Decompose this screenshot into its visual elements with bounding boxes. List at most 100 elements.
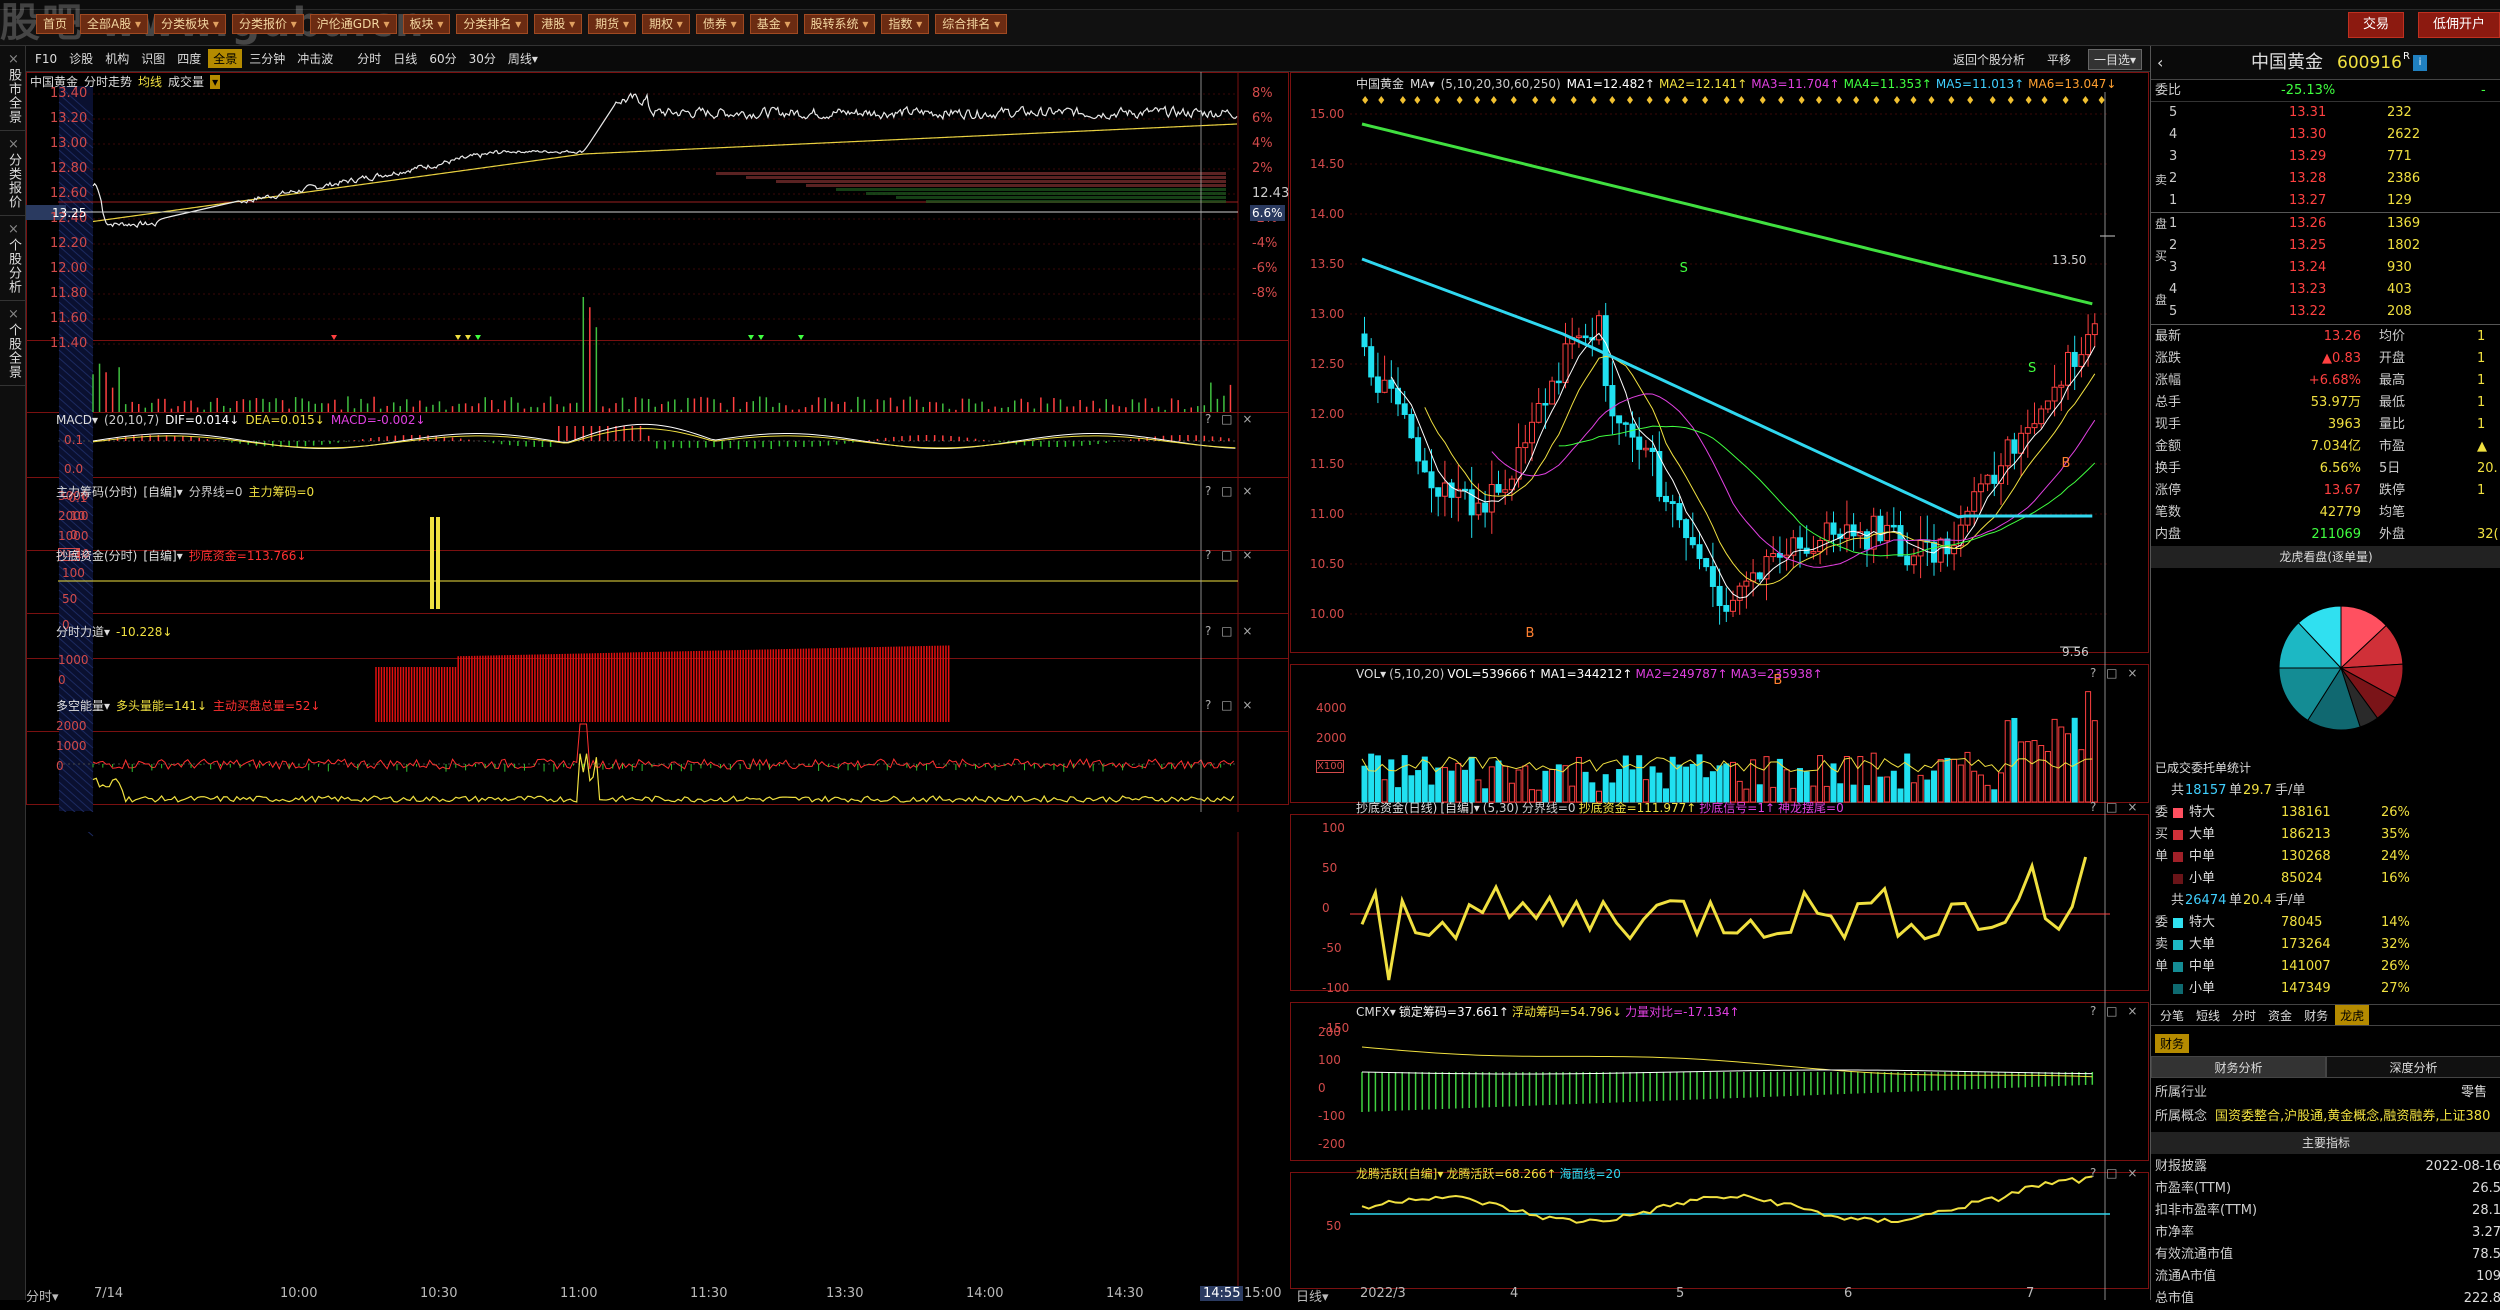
stat-label2: 开盘 — [2379, 351, 2406, 366]
toolbar-item-2[interactable]: 机构 — [100, 49, 134, 68]
stock-code: 600916 — [2337, 53, 2402, 73]
fs-header-controls[interactable]: ? □ × — [1205, 624, 1255, 638]
macd-header-controls[interactable]: ? □ × — [1205, 412, 1255, 426]
signal-diamond — [1967, 96, 1974, 104]
panel-tab-2[interactable]: 分时 — [2227, 1005, 2261, 1025]
menu-3[interactable]: 分类报价 — [231, 14, 304, 34]
dropdown-icon[interactable]: ▾ — [210, 75, 221, 89]
concept-label: 所属概念 — [2155, 1109, 2208, 1124]
stat-value: 13.26 — [2323, 329, 2361, 344]
toolbar-item-11[interactable]: 30分 — [464, 49, 501, 68]
toolbar-item-7[interactable]: 冲击波 — [292, 49, 338, 68]
finance-subtab-0[interactable]: 财务分析 — [2151, 1056, 2326, 1078]
toolbar-item-10[interactable]: 60分 — [424, 49, 461, 68]
panel-tab-3[interactable]: 资金 — [2263, 1005, 2297, 1025]
dk-header-controls[interactable]: ? □ × — [1205, 698, 1255, 712]
candle-body — [1984, 474, 1991, 485]
industry-value: 零售 — [2461, 1085, 2488, 1100]
stat-value: 42779 — [2319, 505, 2361, 520]
side-tab-0[interactable]: ×股市全景 — [0, 46, 27, 131]
toolbar-item-8[interactable]: 分时 — [352, 49, 386, 68]
toolbar-item-4[interactable]: 四度 — [172, 49, 206, 68]
daily-chart[interactable]: BSBSB — [1290, 72, 2150, 1300]
menu-14[interactable]: 综合排名 — [935, 14, 1008, 34]
menu-9[interactable]: 期权 — [641, 14, 690, 34]
cmfx-header-controls[interactable]: ? □ × — [2090, 1004, 2140, 1018]
menu-11[interactable]: 基金 — [749, 14, 798, 34]
finance-subtab-1[interactable]: 深度分析 — [2326, 1056, 2500, 1078]
zl-header-controls[interactable]: ? □ × — [1205, 484, 1255, 498]
cd-header-controls[interactable]: ? □ × — [1205, 548, 1255, 562]
cmfx-line2 — [1361, 1069, 2093, 1075]
candle-body — [1482, 502, 1489, 513]
panel-tab-5[interactable]: 龙虎 — [2335, 1005, 2370, 1025]
signal-marker — [331, 335, 337, 340]
side-tab-close-icon[interactable]: × — [6, 307, 21, 323]
zl-header-part: 分界线=0 — [188, 485, 243, 499]
stat-value2: 1 — [2477, 417, 2486, 432]
depth-bar — [836, 188, 1226, 191]
stat-value2: 1 — [2477, 351, 2486, 366]
menu-12[interactable]: 股转系统 — [803, 14, 876, 34]
intraday-chart[interactable] — [26, 72, 1290, 1300]
side-tab-3[interactable]: ×个股全景 — [0, 301, 27, 386]
sell-deal-row-swatch — [2173, 962, 2183, 972]
action-button-0[interactable]: 交易 — [2347, 12, 2404, 38]
menu-0[interactable]: 首页 — [36, 14, 75, 34]
side-tab-close-icon[interactable]: × — [6, 137, 21, 153]
side-tab-close-icon[interactable]: × — [6, 222, 21, 238]
panel-tab-0[interactable]: 分笔 — [2155, 1005, 2189, 1025]
candle-body — [1529, 421, 1535, 444]
menu-1[interactable]: 全部A股 — [80, 14, 149, 34]
side-tab-close-icon[interactable]: × — [6, 52, 21, 68]
ma-legend-3: MA4=11.353↑ — [1843, 77, 1932, 91]
panel-tab-1[interactable]: 短线 — [2191, 1005, 2225, 1025]
toolbar-item-5[interactable]: 全景 — [208, 49, 243, 68]
cd-daily-header-controls[interactable]: ? □ × — [2090, 800, 2140, 814]
date-axis-label: 5 — [1676, 1286, 1685, 1301]
vol-bar — [1408, 775, 1415, 803]
toolbar-item-1[interactable]: 诊股 — [64, 49, 98, 68]
side-tab-2[interactable]: ×个股分析 — [0, 216, 27, 301]
toolbar-item-0[interactable]: F10 — [30, 51, 62, 67]
pct-axis-label: 6% — [1252, 111, 1273, 126]
time-axis-bg — [26, 812, 1290, 832]
buy-price: 13.22 — [2289, 304, 2327, 319]
cd-header-part: 抄底资金=113.766↓ — [188, 549, 307, 563]
signal-diamond — [1626, 96, 1633, 104]
toolbar-item-12[interactable]: 周线▾ — [503, 49, 543, 68]
menu-4[interactable]: 沪伦通GDR — [309, 14, 397, 34]
toolbar-item-6[interactable]: 三分钟 — [244, 49, 290, 68]
menu-2[interactable]: 分类板块 — [154, 14, 226, 34]
candle-body — [1937, 538, 1944, 563]
toolbar-right-2[interactable]: 一目选▾ — [2087, 48, 2142, 70]
action-button-1[interactable]: 低佣开户 — [2417, 12, 2500, 38]
side-tab-1[interactable]: ×分类报价 — [0, 131, 27, 216]
toolbar-right-1[interactable]: 平移 — [2042, 50, 2076, 69]
panel-tab-4[interactable]: 财务 — [2299, 1005, 2333, 1025]
buy-pan-label: 盘 — [2155, 293, 2168, 307]
toolbar-item-9[interactable]: 日线 — [388, 49, 422, 68]
toolbar-item-3[interactable]: 识图 — [136, 49, 170, 68]
sell-deal-row-side: 单 — [2155, 959, 2169, 974]
menu-10[interactable]: 债券 — [695, 14, 744, 34]
signal-diamond — [1490, 96, 1497, 104]
toolbar-right-0[interactable]: 返回个股分析 — [1948, 50, 2030, 69]
menu-13[interactable]: 指数 — [881, 14, 930, 34]
lt-header-controls[interactable]: ? □ × — [2090, 1166, 2140, 1180]
menu-5[interactable]: 板块 — [402, 14, 451, 34]
vol-header-controls[interactable]: ? □ × — [2090, 666, 2140, 680]
menu-6[interactable]: 分类排名 — [456, 14, 529, 34]
info-icon[interactable]: i — [2413, 55, 2427, 71]
candle-body — [2024, 427, 2031, 434]
sell-deal-row-pct: 32% — [2381, 937, 2410, 952]
right-panel-frame — [1290, 1002, 2149, 1161]
sell-volume: 2386 — [2387, 171, 2421, 186]
vol-bar — [2004, 720, 2011, 803]
finance-tab[interactable]: 财务 — [2155, 1034, 2190, 1053]
menu-7[interactable]: 港股 — [534, 14, 583, 34]
back-icon[interactable]: ‹ — [2157, 46, 2163, 80]
menu-8[interactable]: 期货 — [588, 14, 636, 34]
stat-value: 53.97万 — [2310, 395, 2361, 410]
time-axis-label: 11:30 — [690, 1286, 728, 1301]
